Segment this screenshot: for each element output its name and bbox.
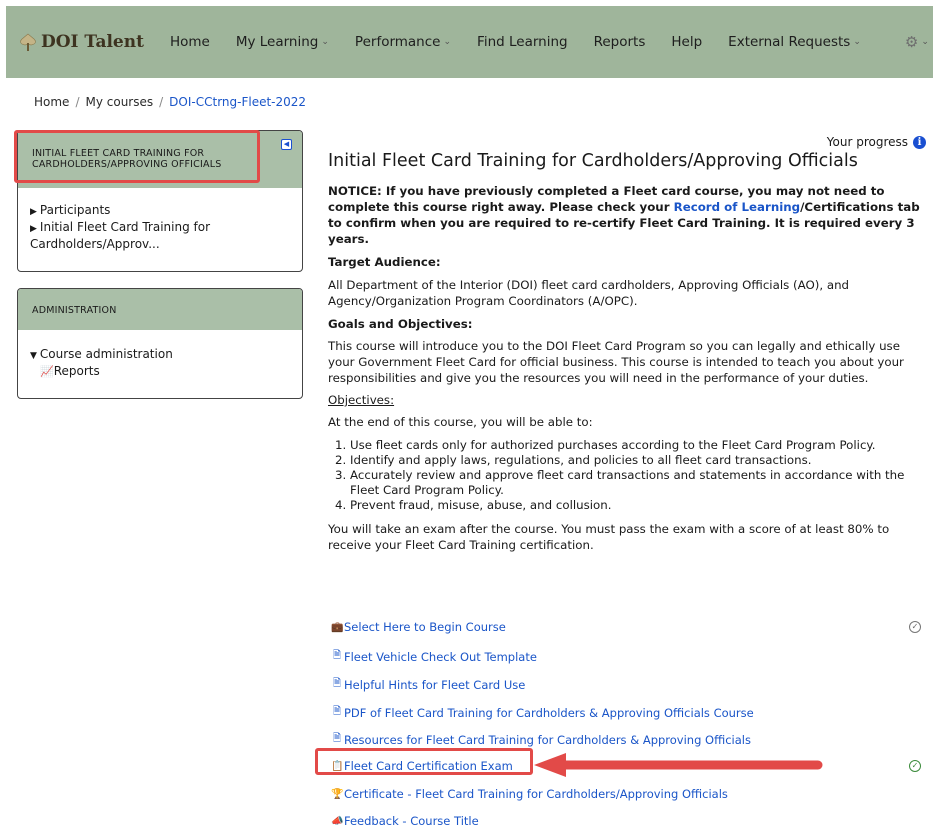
certificate-icon: 🏆 xyxy=(331,788,344,800)
activity-pdf-course[interactable]: 🗎 PDF of Fleet Card Training for Cardhold… xyxy=(331,704,754,721)
course-title-highlight xyxy=(14,130,260,183)
sidebar-item-participants[interactable]: ▶ Participants xyxy=(30,203,290,220)
audience-heading: Target Audience: xyxy=(328,255,441,269)
administration-block: ADMINISTRATION ▼ Course administration 📈R… xyxy=(17,288,303,399)
activity-feedback[interactable]: 📣 Feedback - Course Title xyxy=(331,814,479,828)
breadcrumb-course[interactable]: DOI-CCtrng-Fleet-2022 xyxy=(169,95,306,109)
goals-text: This course will introduce you to the DO… xyxy=(328,339,904,385)
chevron-down-icon: ⌄ xyxy=(921,37,929,47)
package-icon: 💼 xyxy=(331,621,344,633)
notice-text: NOTICE: If you have previously completed… xyxy=(328,184,920,246)
file-icon: 🗎 xyxy=(332,650,342,661)
chevron-down-icon: ⌄ xyxy=(321,37,329,47)
activity-scorm-course[interactable]: 💼 Select Here to Begin Course xyxy=(331,620,506,634)
goals-heading: Goals and Objectives: xyxy=(328,317,473,331)
nav-my-learning[interactable]: My Learning ⌄ xyxy=(236,34,329,50)
activity-vehicle-template[interactable]: 🗎 Fleet Vehicle Check Out Template xyxy=(331,648,537,665)
activity-helpful-hints[interactable]: 🗎 Helpful Hints for Fleet Card Use xyxy=(331,676,525,693)
sidebar-item-course-administration[interactable]: ▼ Course administration xyxy=(30,347,290,364)
brand-name: DOI Talent xyxy=(41,32,144,52)
activity-resources[interactable]: 🗎 Resources for Fleet Card Training for C… xyxy=(331,731,751,748)
completion-check-icon[interactable]: ✓ xyxy=(909,760,921,772)
nav-performance[interactable]: Performance ⌄ xyxy=(355,34,451,50)
chart-icon: 📈 xyxy=(40,365,54,378)
file-icon: 🗎 xyxy=(332,706,342,717)
top-navbar: DOI Talent Home My Learning ⌄ Performance… xyxy=(6,6,933,78)
audience-text: All Department of the Interior (DOI) fle… xyxy=(328,278,850,308)
collapse-block-icon[interactable]: ◀ xyxy=(281,139,292,150)
exam-highlight xyxy=(315,748,533,775)
info-icon[interactable]: i xyxy=(913,135,926,149)
activity-certificate[interactable]: 🏆 Certificate - Fleet Card Training for C… xyxy=(331,787,728,801)
objective-item: Prevent fraud, misuse, abuse, and collus… xyxy=(350,498,926,513)
objective-item: Use fleet cards only for authorized purc… xyxy=(350,438,926,453)
file-icon: 🗎 xyxy=(332,733,342,744)
nav-external-requests[interactable]: External Requests ⌄ xyxy=(728,34,861,50)
progress-label: Your progress xyxy=(826,135,908,149)
breadcrumb: Home / My courses / DOI-CCtrng-Fleet-202… xyxy=(34,95,306,109)
breadcrumb-separator: / xyxy=(75,95,80,109)
completion-check-icon[interactable]: ✓ xyxy=(909,621,921,633)
objective-item: Identify and apply laws, regulations, an… xyxy=(350,453,926,468)
chevron-down-icon: ⌄ xyxy=(443,37,452,47)
sidebar-item-reports[interactable]: 📈Reports xyxy=(30,364,290,379)
triangle-right-icon: ▶ xyxy=(30,224,37,234)
record-of-learning-link[interactable]: Record of Learning xyxy=(674,200,800,214)
nav-reports[interactable]: Reports xyxy=(594,34,646,50)
objectives-list: Use fleet cards only for authorized purc… xyxy=(350,438,926,513)
feedback-icon: 📣 xyxy=(331,815,344,827)
breadcrumb-home[interactable]: Home xyxy=(34,95,69,109)
gear-icon: ⚙ xyxy=(904,33,919,51)
breadcrumb-separator: / xyxy=(159,95,164,109)
breadcrumb-my-courses[interactable]: My courses xyxy=(85,95,153,109)
objectives-heading: Objectives: xyxy=(328,393,395,407)
course-title: Initial Fleet Card Training for Cardhold… xyxy=(328,151,858,171)
objectives-intro: At the end of this course, you will be a… xyxy=(328,415,593,429)
settings-menu[interactable]: ⚙ ⌄ xyxy=(905,33,929,51)
objective-item: Accurately review and approve fleet card… xyxy=(350,468,926,498)
progress-indicator: Your progress i xyxy=(827,135,926,149)
nav-find-learning[interactable]: Find Learning xyxy=(477,34,568,50)
triangle-right-icon: ▶ xyxy=(30,207,37,217)
pointer-arrow-icon xyxy=(534,753,823,777)
brand-logo[interactable]: DOI Talent xyxy=(18,31,144,53)
nav-home[interactable]: Home xyxy=(170,34,210,50)
triangle-down-icon: ▼ xyxy=(30,351,37,361)
file-icon: 🗎 xyxy=(332,678,342,689)
course-main-content: Your progress i Initial Fleet Card Train… xyxy=(328,130,926,553)
chevron-down-icon: ⌄ xyxy=(853,37,861,47)
nav-help[interactable]: Help xyxy=(671,34,702,50)
admin-block-header: ADMINISTRATION xyxy=(18,289,302,330)
sidebar-item-course[interactable]: ▶ Initial Fleet Card Training for Cardhol… xyxy=(30,220,290,252)
exam-text: You will take an exam after the course. … xyxy=(328,522,890,552)
tree-logo-icon xyxy=(20,33,36,51)
admin-block-title: ADMINISTRATION xyxy=(32,305,117,316)
activity-list: 💼 Select Here to Begin Course ✓ 🗎 Fleet Ve… xyxy=(328,614,926,830)
